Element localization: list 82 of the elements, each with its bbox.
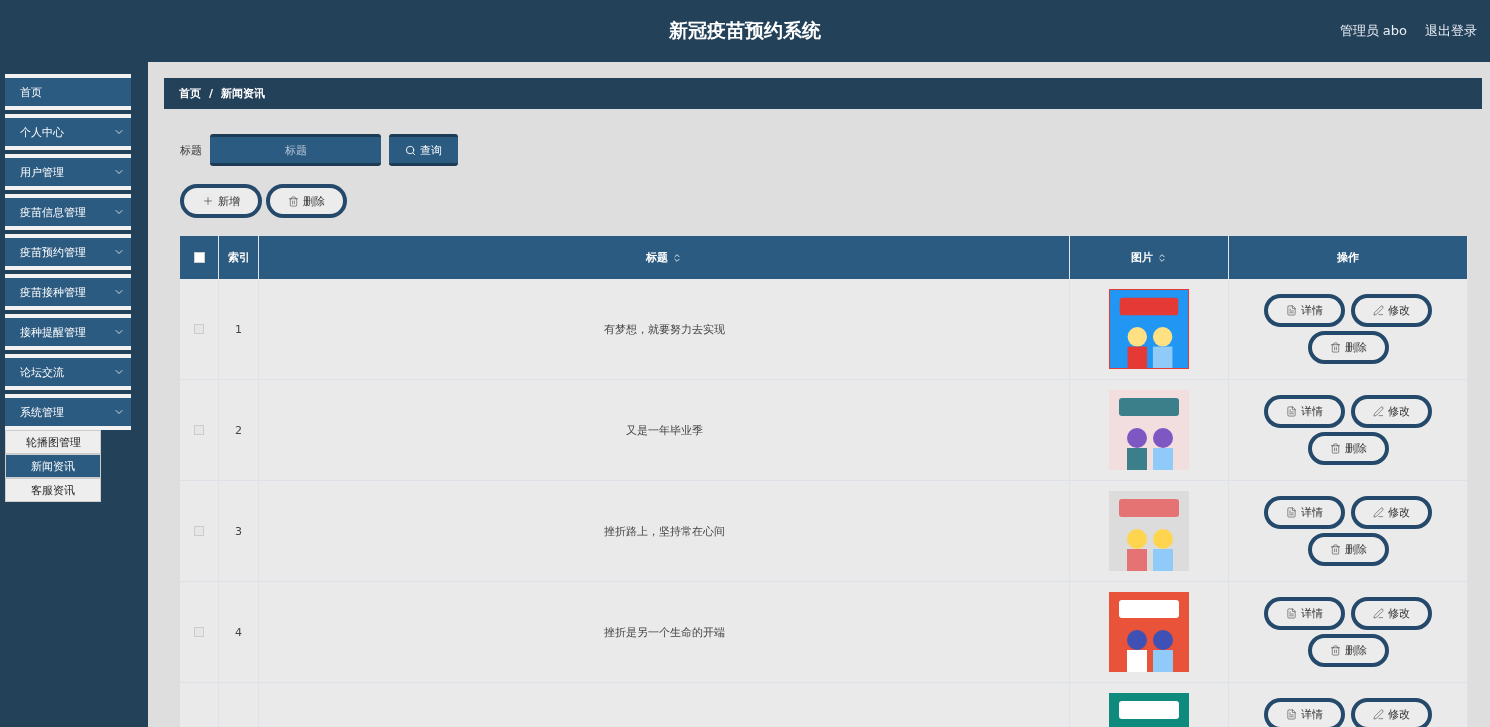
title-cell: 又是一年毕业季	[625, 422, 703, 438]
title-cell: 挫折路上，坚持常在心间	[603, 523, 725, 539]
title-search-field[interactable]: 标题	[210, 134, 381, 166]
submenu-item[interactable]: 客服资讯	[5, 478, 101, 502]
sidebar-label: 疫苗信息管理	[20, 204, 86, 220]
sidebar-label: 首页	[20, 84, 42, 100]
sidebar-item[interactable]: 接种提醒管理	[5, 314, 131, 350]
pen-icon	[1373, 608, 1384, 619]
breadcrumb-separator: /	[209, 87, 214, 100]
column-header[interactable]: 图片	[1131, 250, 1153, 265]
document-icon	[1286, 507, 1297, 518]
row-checkbox[interactable]	[194, 425, 204, 435]
index-cell: 3	[235, 524, 242, 538]
pen-icon	[1373, 406, 1384, 417]
select-all-checkbox[interactable]	[193, 252, 205, 263]
sidebar-item[interactable]: 疫苗预约管理	[5, 234, 131, 270]
column-header[interactable]: 标题	[646, 250, 668, 265]
sidebar-item[interactable]: 系统管理	[5, 394, 131, 430]
document-icon	[1286, 608, 1297, 619]
submenu-item[interactable]: 新闻资讯	[5, 454, 101, 478]
edit-button[interactable]: 修改	[1351, 496, 1432, 529]
add-button[interactable]: 新增	[180, 184, 262, 218]
trash-icon	[288, 195, 299, 207]
column-header: 索引	[227, 250, 250, 265]
delete-button[interactable]: 删除	[1307, 432, 1389, 465]
sidebar-item[interactable]: 首页	[5, 74, 131, 110]
title-cell: 挫折是另一个生命的开端	[603, 624, 725, 640]
sidebar-item[interactable]: 用户管理	[5, 154, 131, 190]
delete-button[interactable]: 删除	[1307, 331, 1389, 364]
breadcrumb-item[interactable]: 首页	[179, 86, 201, 101]
sort-icon[interactable]	[1157, 252, 1167, 263]
submenu-item[interactable]: 轮播图管理	[5, 430, 101, 454]
plus-icon	[202, 195, 214, 207]
logout-link[interactable]: 退出登录	[1425, 22, 1477, 40]
sidebar-label: 接种提醒管理	[20, 324, 86, 340]
sidebar-label: 论坛交流	[20, 364, 64, 380]
sidebar-item[interactable]: 论坛交流	[5, 354, 131, 390]
sidebar-label: 个人中心	[20, 124, 64, 140]
detail-button[interactable]: 详情	[1264, 496, 1345, 529]
pen-icon	[1373, 305, 1384, 316]
index-cell: 1	[235, 322, 242, 336]
detail-button[interactable]: 详情	[1264, 395, 1345, 428]
sidebar-label: 用户管理	[20, 164, 64, 180]
trash-icon	[1329, 645, 1341, 656]
pen-icon	[1373, 507, 1384, 518]
delete-button[interactable]: 删除	[1307, 634, 1389, 667]
detail-button[interactable]: 详情	[1264, 597, 1345, 630]
document-icon	[1286, 709, 1297, 720]
row-checkbox[interactable]	[194, 324, 204, 334]
sidebar-item[interactable]: 疫苗信息管理	[5, 194, 131, 230]
breadcrumb-item[interactable]: 新闻资讯	[221, 86, 266, 101]
document-icon	[1286, 406, 1297, 417]
column-header: 操作	[1337, 250, 1359, 265]
sidebar-label: 疫苗接种管理	[20, 284, 86, 300]
edit-button[interactable]: 修改	[1351, 698, 1432, 727]
sidebar-label: 系统管理	[20, 404, 64, 420]
detail-button[interactable]: 详情	[1264, 698, 1345, 727]
sort-icon[interactable]	[672, 252, 682, 263]
trash-icon	[1329, 443, 1341, 454]
row-checkbox[interactable]	[194, 526, 204, 536]
trash-icon	[1329, 544, 1341, 555]
field-label: 标题	[180, 142, 202, 158]
edit-button[interactable]: 修改	[1351, 395, 1432, 428]
query-button[interactable]: 查询	[389, 134, 458, 166]
sidebar-item[interactable]: 个人中心	[5, 114, 131, 150]
document-icon	[1286, 305, 1297, 316]
delete-button[interactable]: 删除	[1307, 533, 1389, 566]
search-icon	[405, 144, 416, 156]
edit-button[interactable]: 修改	[1351, 597, 1432, 630]
sidebar-label: 疫苗预约管理	[20, 244, 86, 260]
pen-icon	[1373, 709, 1384, 720]
app-title: 新冠疫苗预约系统	[669, 18, 821, 43]
user-name: 管理员 abo	[1339, 22, 1407, 40]
title-cell: 有梦想，就要努力去实现	[603, 321, 725, 337]
sidebar-item[interactable]: 疫苗接种管理	[5, 274, 131, 310]
detail-button[interactable]: 详情	[1264, 294, 1345, 327]
trash-icon	[1329, 342, 1341, 353]
index-cell: 4	[235, 625, 242, 639]
row-checkbox[interactable]	[194, 627, 204, 637]
edit-button[interactable]: 修改	[1351, 294, 1432, 327]
delete-button[interactable]: 删除	[266, 184, 347, 218]
index-cell: 2	[235, 423, 242, 437]
